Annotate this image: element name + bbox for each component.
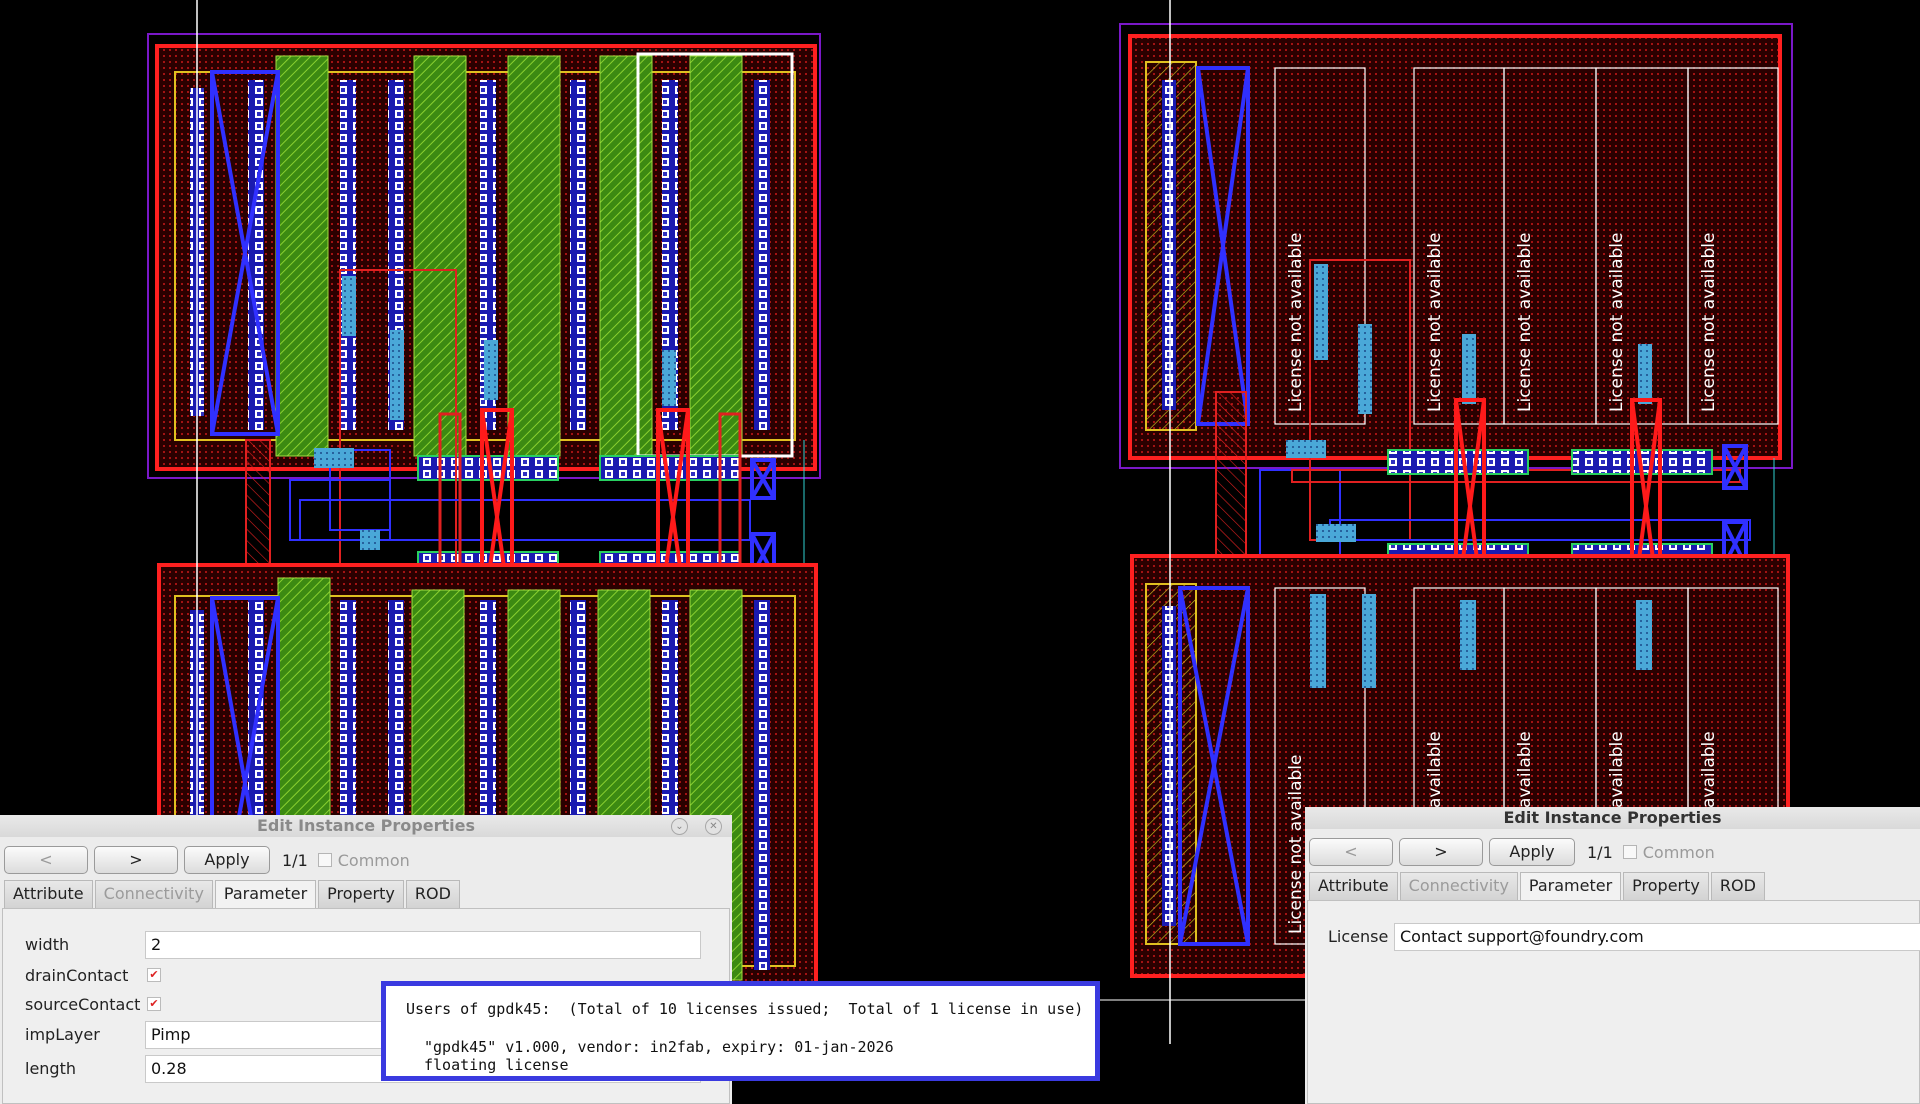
tab-parameter[interactable]: Parameter: [1519, 872, 1622, 901]
placeholder-label: License not available: [1515, 233, 1535, 412]
parameter-panel: License Contact support@foundry.com: [1307, 900, 1920, 1104]
apply-button[interactable]: Apply: [1489, 838, 1575, 866]
placeholder-label-cut: available: [1515, 731, 1535, 808]
tab-connectivity[interactable]: Connectivity: [94, 880, 213, 908]
placeholder-label: License not available: [1286, 233, 1306, 412]
license-users-line: Users of gpdk45: (Total of 10 licenses i…: [406, 1000, 1084, 1018]
tab-rod[interactable]: ROD: [1710, 872, 1765, 900]
tab-rod[interactable]: ROD: [405, 880, 460, 908]
common-checkbox[interactable]: [317, 853, 332, 867]
imp-layer-label: impLayer: [25, 1025, 100, 1044]
placeholder-label-cut: available: [1607, 731, 1627, 808]
instance-count: 1/1: [1587, 842, 1613, 862]
tab-parameter[interactable]: Parameter: [214, 880, 317, 909]
width-field[interactable]: 2: [145, 931, 701, 959]
common-checkbox[interactable]: [1622, 845, 1637, 859]
apply-button[interactable]: Apply: [184, 846, 270, 874]
placeholder-label-cut: available: [1699, 731, 1719, 808]
placeholder-label: License not available: [1699, 233, 1719, 412]
drain-contact-label: drainContact: [25, 966, 129, 985]
instance-count: 1/1: [282, 850, 308, 870]
width-label: width: [25, 935, 70, 954]
prev-button[interactable]: <: [1309, 838, 1393, 866]
source-contact-checkbox[interactable]: ✔: [147, 997, 161, 1011]
common-label: Common: [337, 850, 410, 870]
common-label: Common: [1642, 842, 1715, 862]
length-label: length: [25, 1059, 76, 1078]
license-version-line: "gpdk45" v1.000, vendor: in2fab, expiry:…: [424, 1038, 894, 1056]
edit-instance-properties-dialog-right[interactable]: Edit Instance Properties < > Apply 1/1 C…: [1305, 807, 1920, 1104]
dialog-title: Edit Instance Properties: [1305, 807, 1920, 829]
dialog-title: Edit Instance Properties: [0, 815, 732, 837]
tab-property[interactable]: Property: [1623, 872, 1709, 900]
placeholder-label: License not available: [1286, 755, 1306, 934]
next-button[interactable]: >: [94, 846, 178, 874]
tab-attribute[interactable]: Attribute: [1309, 872, 1398, 900]
drain-contact-checkbox[interactable]: ✔: [147, 968, 161, 982]
source-contact-label: sourceContact: [25, 995, 141, 1014]
license-info-popup: Users of gpdk45: (Total of 10 licenses i…: [381, 981, 1100, 1081]
license-type-line: floating license: [424, 1056, 569, 1074]
minimize-icon[interactable]: ⌄: [671, 818, 688, 835]
tab-property[interactable]: Property: [318, 880, 404, 908]
license-label: License: [1328, 927, 1389, 946]
prev-button[interactable]: <: [4, 846, 88, 874]
tab-attribute[interactable]: Attribute: [4, 880, 93, 908]
license-field[interactable]: Contact support@foundry.com: [1394, 923, 1920, 951]
placeholder-label: License not available: [1425, 233, 1445, 412]
placeholder-label-cut: available: [1425, 731, 1445, 808]
right-blue-taps: [1722, 444, 1748, 568]
close-icon[interactable]: ✕: [705, 818, 722, 835]
tab-connectivity[interactable]: Connectivity: [1399, 872, 1518, 900]
next-button[interactable]: >: [1399, 838, 1483, 866]
placeholder-label: License not available: [1607, 233, 1627, 412]
